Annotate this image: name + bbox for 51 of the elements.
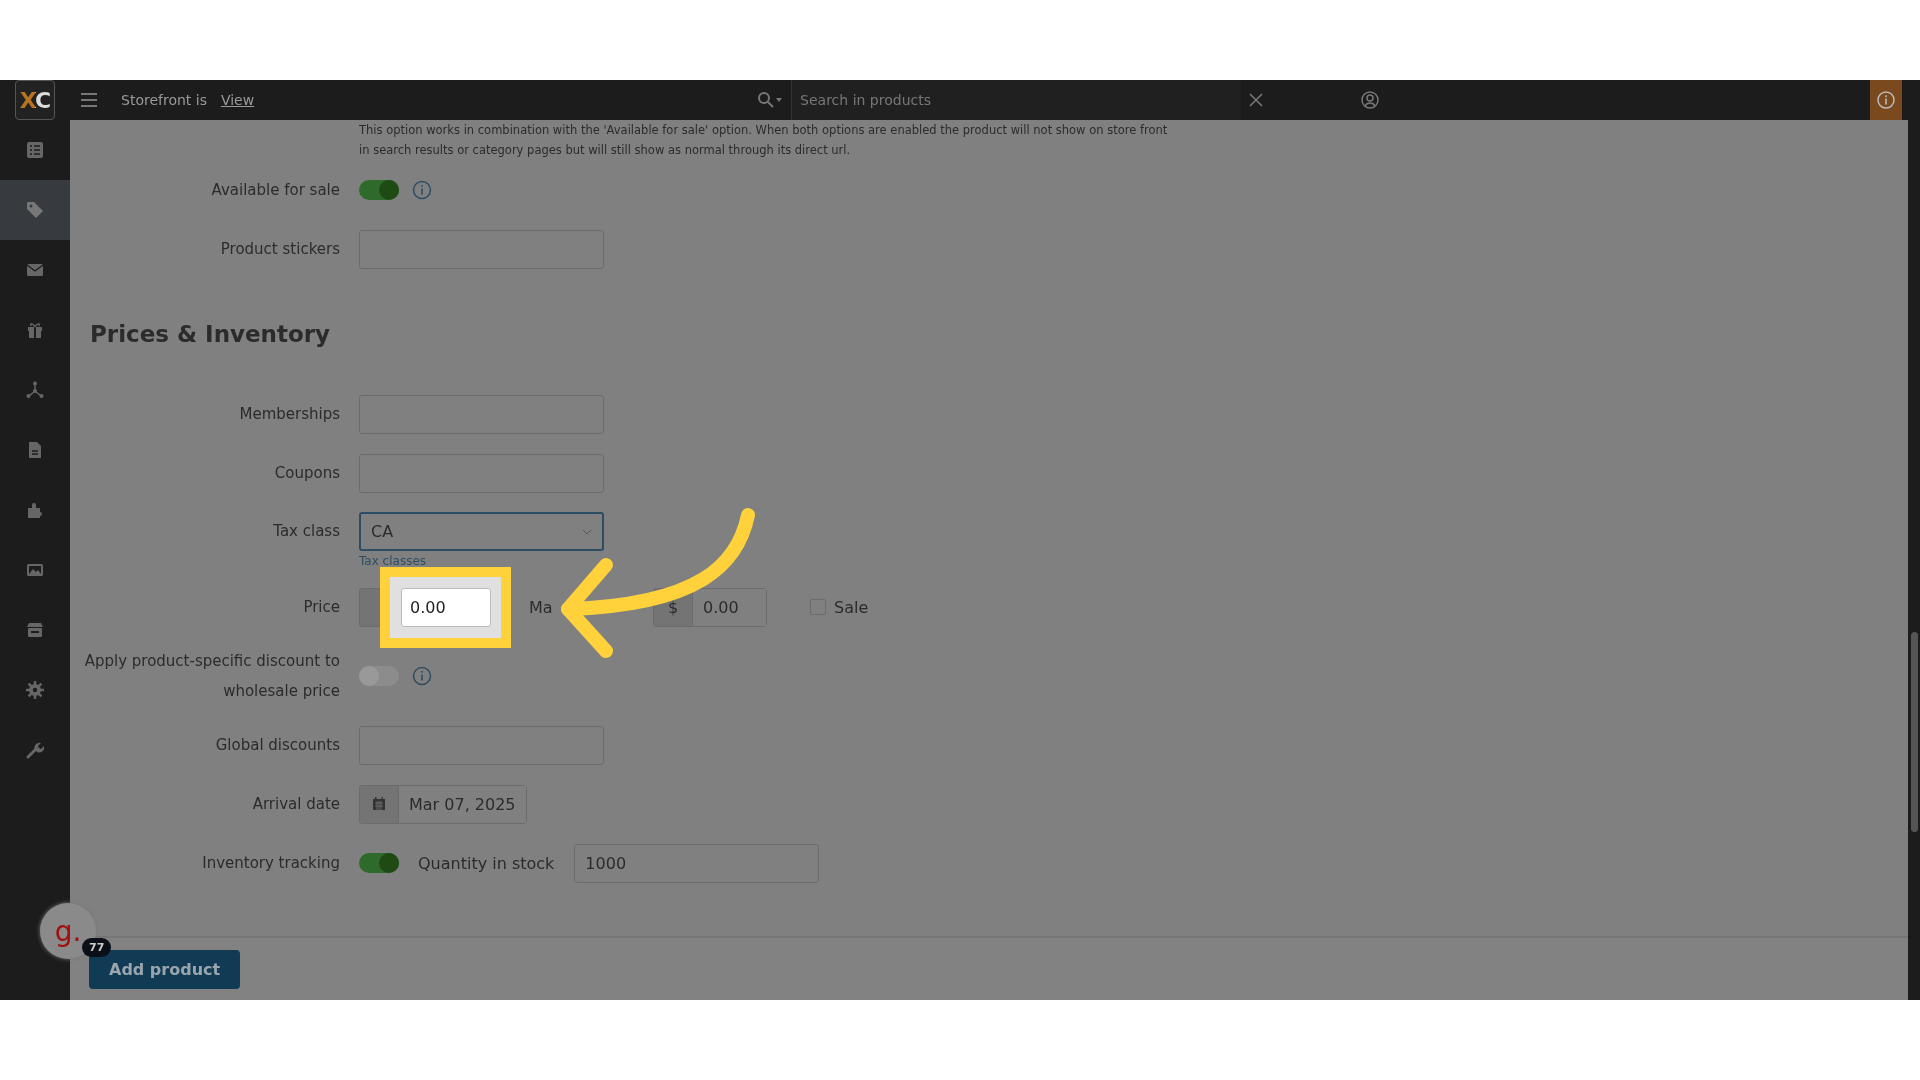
document-icon — [26, 441, 44, 459]
price-input[interactable]: 0.00 — [401, 587, 491, 627]
toggle-switch[interactable] — [359, 666, 399, 686]
wrench-icon — [26, 741, 44, 759]
envelope-icon — [26, 261, 44, 279]
tag-icon — [26, 201, 44, 219]
field-label: Tax class — [272, 521, 340, 542]
section-heading: Prices & Inventory — [90, 320, 332, 349]
market-price-label: Ma — [529, 597, 554, 617]
date-field[interactable]: Mar 07, 2025 — [359, 784, 527, 824]
sale-label: Sale — [834, 597, 869, 617]
field-label: Product stickers — [219, 239, 340, 260]
user-icon[interactable] — [1361, 91, 1380, 109]
field-label: Global discounts — [214, 735, 340, 756]
field-label: Price — [302, 597, 340, 618]
field-label: Inventory tracking — [201, 853, 340, 874]
search-field[interactable]: Search in products — [791, 80, 1242, 120]
field-label: Available for sale — [210, 180, 340, 201]
info-icon[interactable] — [412, 180, 432, 200]
field-label: Quantity in stock — [418, 853, 555, 873]
info-icon[interactable] — [412, 666, 432, 686]
view-link[interactable]: View — [220, 92, 255, 108]
field-label: Arrival date — [251, 794, 340, 815]
sidebar-item[interactable] — [0, 180, 70, 240]
chevron-down-icon — [582, 528, 592, 535]
quantity-field[interactable]: 1000 — [574, 843, 820, 883]
calendar-icon — [372, 797, 386, 811]
toggle-switch[interactable] — [359, 180, 399, 200]
tax-classes-link[interactable]: Tax classes — [359, 554, 427, 568]
field-label: Coupons — [273, 463, 340, 484]
field-label: Memberships — [238, 404, 340, 425]
list-icon — [26, 141, 44, 159]
settings-icon — [26, 681, 44, 699]
info-icon — [1877, 91, 1895, 109]
dropdown-value: CA — [371, 522, 394, 541]
close-icon[interactable] — [1249, 93, 1264, 107]
info-button[interactable] — [1870, 80, 1902, 120]
menu-icon[interactable] — [81, 93, 97, 107]
image-icon — [26, 561, 44, 579]
option-description: This option works in combination with the 'Available for sale' option. When both options are enabled the product will not show on store front in search results or category pages but will still show as normal through its direct url. — [359, 122, 1169, 159]
puzzle-icon — [26, 501, 44, 519]
field-label: Apply product-specific discount to wholesale price — [83, 651, 340, 702]
tax-class-dropdown[interactable]: CA — [359, 512, 604, 551]
storefront-status-text: Storefront is — [121, 92, 207, 108]
toggle-switch[interactable] — [359, 853, 399, 873]
price-prefix-box — [359, 587, 380, 627]
gift-icon — [26, 321, 44, 339]
store-icon — [26, 621, 44, 639]
search-icon[interactable] — [757, 91, 784, 109]
market-price-field[interactable]: $ 0.00 — [653, 587, 767, 627]
network-icon — [26, 381, 44, 399]
